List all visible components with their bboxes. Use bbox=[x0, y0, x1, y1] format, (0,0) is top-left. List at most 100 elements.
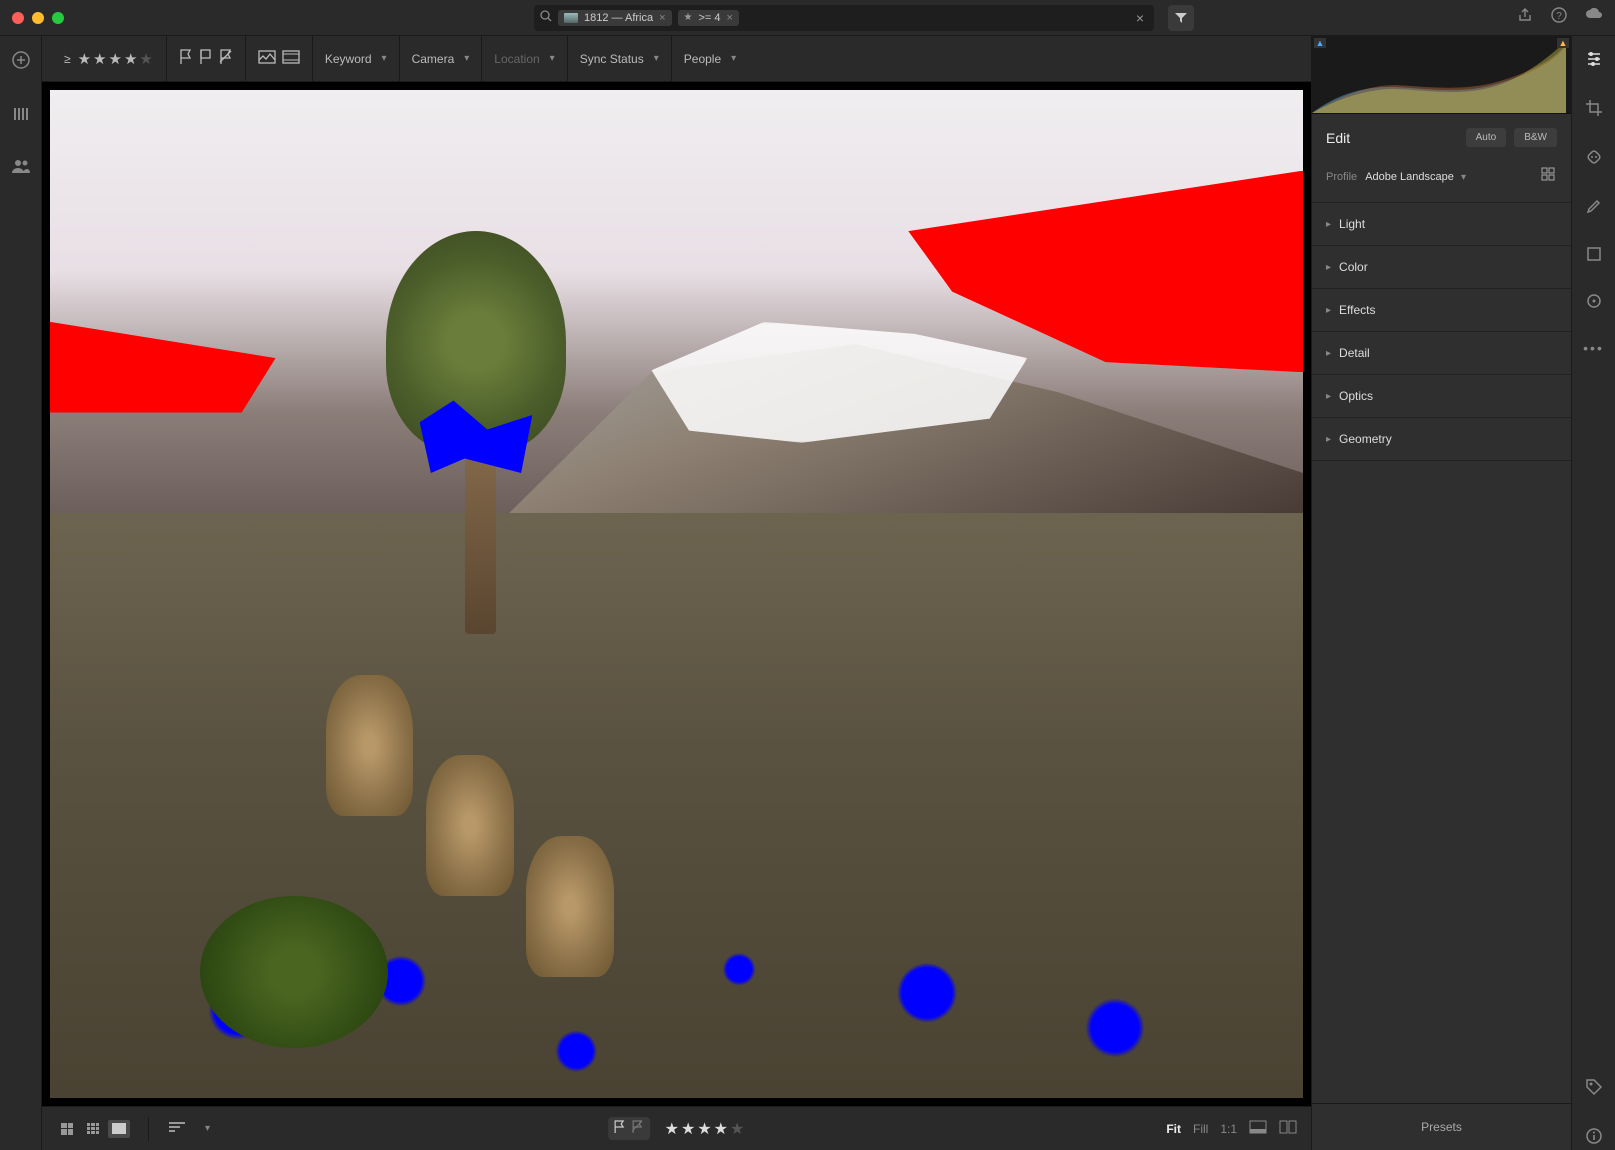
minimize-window-button[interactable] bbox=[32, 12, 44, 24]
panel-color[interactable]: ▸Color bbox=[1312, 246, 1571, 289]
svg-text:?: ? bbox=[1556, 11, 1562, 22]
zoom-fill-button[interactable]: Fill bbox=[1193, 1122, 1208, 1136]
healing-icon[interactable] bbox=[1585, 148, 1603, 171]
profile-label: Profile bbox=[1326, 171, 1357, 183]
auto-button[interactable]: Auto bbox=[1466, 128, 1507, 147]
location-filter[interactable]: Location▾ bbox=[482, 36, 567, 81]
edit-sliders-icon[interactable] bbox=[1585, 50, 1603, 73]
shadow-clip-indicator[interactable]: ▲ bbox=[1314, 38, 1326, 48]
chevron-right-icon: ▸ bbox=[1326, 434, 1331, 445]
compare-view-icon[interactable] bbox=[1279, 1120, 1297, 1137]
filter-bar: ≥ ★★★★★ Keyword▾ Camera▾ Location▾ Sync … bbox=[42, 36, 1311, 82]
small-grid-view-button[interactable] bbox=[82, 1120, 104, 1138]
add-photos-icon[interactable] bbox=[11, 50, 31, 75]
pick-flag-group bbox=[608, 1117, 650, 1140]
sync-filter[interactable]: Sync Status▾ bbox=[568, 36, 672, 81]
edit-panel: ▲ ▲ Edit Auto B&W Profile Adobe Landscap… bbox=[1311, 36, 1571, 1150]
section-label: Effects bbox=[1339, 303, 1375, 317]
view-mode-group bbox=[56, 1120, 130, 1138]
panel-geometry[interactable]: ▸Geometry bbox=[1312, 418, 1571, 461]
crop-icon[interactable] bbox=[1585, 99, 1603, 122]
search-icon bbox=[540, 10, 552, 25]
chevron-down-icon: ▾ bbox=[382, 53, 387, 64]
zoom-controls: Fit Fill 1:1 bbox=[1166, 1120, 1297, 1137]
linear-gradient-icon[interactable] bbox=[1586, 246, 1602, 267]
share-icon[interactable] bbox=[1517, 7, 1533, 28]
chevron-right-icon: ▸ bbox=[1326, 219, 1331, 230]
search-bar[interactable]: 1812 — Africa × ★ >= 4 × × bbox=[534, 5, 1154, 31]
zoom-1to1-button[interactable]: 1:1 bbox=[1220, 1122, 1237, 1136]
gte-icon: ≥ bbox=[64, 52, 71, 66]
presets-button[interactable]: Presets bbox=[1312, 1103, 1571, 1150]
section-label: Light bbox=[1339, 217, 1365, 231]
panel-optics[interactable]: ▸Optics bbox=[1312, 375, 1571, 418]
camera-filter[interactable]: Camera ▾ bbox=[400, 36, 483, 81]
chip-remove-icon[interactable]: × bbox=[727, 12, 733, 24]
star-icon[interactable]: ★ bbox=[78, 51, 91, 68]
star-icon[interactable]: ★ bbox=[697, 1121, 711, 1138]
chevron-down-icon: ▾ bbox=[464, 53, 469, 64]
star-icon[interactable]: ★ bbox=[139, 51, 152, 68]
edit-title: Edit bbox=[1326, 130, 1350, 146]
clear-search-button[interactable]: × bbox=[1136, 10, 1144, 26]
grid-view-button[interactable] bbox=[56, 1120, 78, 1138]
star-icon[interactable]: ★ bbox=[665, 1121, 679, 1138]
panel-light[interactable]: ▸ Light bbox=[1312, 203, 1571, 246]
histogram[interactable]: ▲ ▲ bbox=[1312, 36, 1571, 114]
search-chip-album[interactable]: 1812 — Africa × bbox=[558, 10, 672, 26]
rating-control: ★★★★★ bbox=[664, 1119, 746, 1139]
video-type-icon[interactable] bbox=[282, 50, 300, 67]
chevron-down-icon[interactable]: ▾ bbox=[205, 1123, 210, 1134]
chevron-down-icon: ▾ bbox=[731, 53, 736, 64]
star-icon[interactable]: ★ bbox=[714, 1121, 728, 1138]
bottom-bar: ▾ ★★★★★ Fit Fill 1:1 bbox=[42, 1106, 1311, 1150]
keyword-filter[interactable]: Keyword▾ bbox=[313, 36, 400, 81]
flag-rejected-icon[interactable] bbox=[632, 1120, 644, 1137]
flag-unflagged-icon[interactable] bbox=[199, 49, 213, 68]
chip-label: 1812 — Africa bbox=[584, 12, 653, 24]
tool-rail: ••• bbox=[1571, 36, 1615, 1150]
camera-label: Camera bbox=[412, 52, 455, 66]
flag-picked-icon[interactable] bbox=[179, 49, 193, 68]
people-icon[interactable] bbox=[11, 158, 31, 179]
sort-icon[interactable] bbox=[167, 1120, 187, 1137]
profile-browser-icon[interactable] bbox=[1541, 167, 1557, 186]
more-icon[interactable]: ••• bbox=[1583, 340, 1604, 356]
zoom-fit-button[interactable]: Fit bbox=[1166, 1122, 1181, 1136]
search-chip-rating[interactable]: ★ >= 4 × bbox=[678, 10, 739, 26]
highlight-clip-indicator[interactable]: ▲ bbox=[1557, 38, 1569, 48]
flag-filter bbox=[167, 36, 246, 81]
chip-remove-icon[interactable]: × bbox=[659, 12, 665, 24]
help-icon[interactable]: ? bbox=[1551, 7, 1567, 28]
panel-effects[interactable]: ▸Effects bbox=[1312, 289, 1571, 332]
library-icon[interactable] bbox=[12, 105, 30, 128]
image-canvas[interactable] bbox=[42, 82, 1311, 1106]
brush-icon[interactable] bbox=[1585, 197, 1603, 220]
cloud-sync-icon[interactable] bbox=[1585, 7, 1603, 28]
star-icon[interactable]: ★ bbox=[681, 1121, 695, 1138]
filter-toggle-button[interactable] bbox=[1168, 5, 1194, 31]
people-filter[interactable]: People▾ bbox=[672, 36, 748, 81]
filmstrip-toggle-icon[interactable] bbox=[1249, 1120, 1267, 1137]
highlight-clipping-overlay bbox=[50, 322, 276, 413]
flag-rejected-icon[interactable] bbox=[219, 49, 233, 68]
star-icon[interactable]: ★ bbox=[124, 51, 137, 68]
star-icon[interactable]: ★ bbox=[93, 51, 106, 68]
chevron-right-icon: ▸ bbox=[1326, 262, 1331, 273]
photo-type-icon[interactable] bbox=[258, 50, 276, 67]
rating-filter[interactable]: ≥ ★★★★★ bbox=[52, 36, 167, 81]
radial-gradient-icon[interactable] bbox=[1586, 293, 1602, 314]
star-icon[interactable]: ★ bbox=[730, 1121, 744, 1138]
bw-button[interactable]: B&W bbox=[1514, 128, 1557, 147]
close-window-button[interactable] bbox=[12, 12, 24, 24]
single-view-button[interactable] bbox=[108, 1120, 130, 1138]
maximize-window-button[interactable] bbox=[52, 12, 64, 24]
tag-icon[interactable] bbox=[1585, 1078, 1603, 1101]
star-icon: ★ bbox=[684, 12, 693, 23]
star-icon[interactable]: ★ bbox=[109, 51, 122, 68]
flag-picked-icon[interactable] bbox=[614, 1120, 626, 1137]
profile-dropdown[interactable]: Adobe Landscape ▾ bbox=[1365, 171, 1466, 183]
info-icon[interactable] bbox=[1585, 1127, 1603, 1150]
chevron-down-icon: ▾ bbox=[654, 53, 659, 64]
panel-detail[interactable]: ▸Detail bbox=[1312, 332, 1571, 375]
